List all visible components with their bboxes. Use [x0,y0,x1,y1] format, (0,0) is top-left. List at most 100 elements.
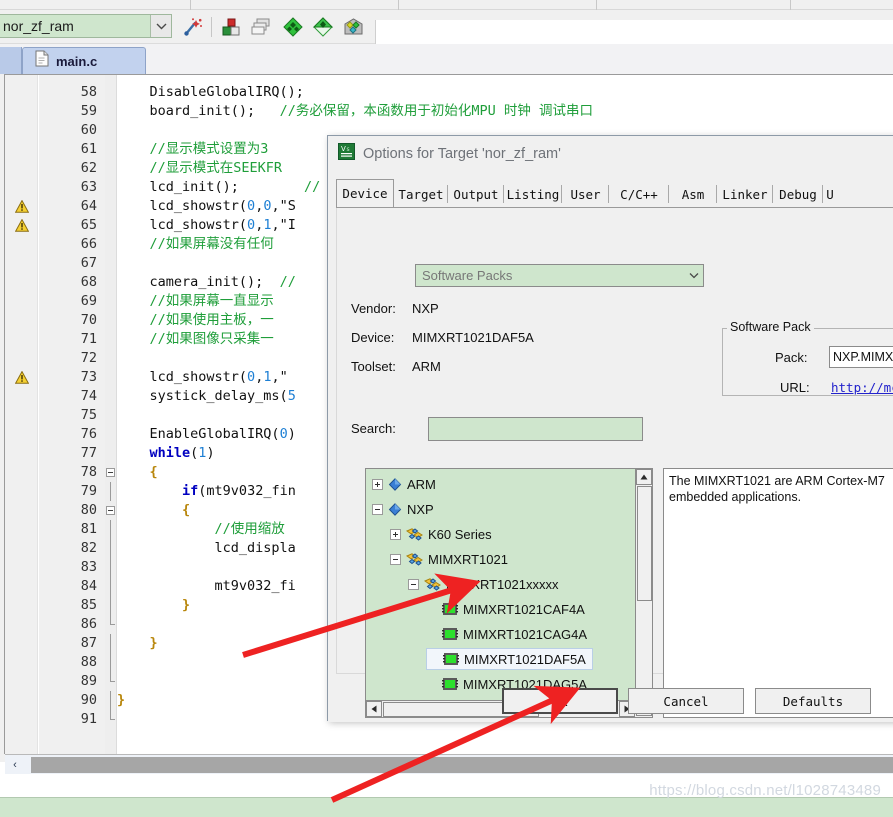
line-number: 81 [80,521,97,537]
device-tree-item[interactable]: NXP [372,498,434,520]
pack-input[interactable]: NXP.MIMXRT10 [829,346,893,368]
manage-runtime-icon[interactable] [312,16,334,38]
dialog-tab-label: Linker [722,186,768,202]
scroll-left-icon[interactable]: ‹ [5,755,25,774]
toolbar: nor_zf_ram [0,10,893,54]
collapse-icon[interactable] [408,578,419,590]
line-number: 76 [80,426,97,442]
device-tree-item-label: ARM [407,476,436,492]
dialog-titlebar[interactable]: V s Options for Target 'nor_zf_ram' [328,136,893,172]
tabbar-left-cap [0,47,22,74]
dialog-tab-u[interactable]: U [823,181,837,207]
line-number: 84 [80,578,97,594]
cancel-button[interactable]: Cancel [628,688,744,714]
dialog-tab-device[interactable]: Device [336,179,394,207]
dialog-tab-output[interactable]: Output [448,181,504,207]
pack-installer-icon[interactable] [342,16,364,38]
build-target-icon[interactable] [220,16,242,38]
document-tabbar: main.c [0,44,893,74]
code-line: lcd_init(); // [117,179,321,195]
chevron-down-icon[interactable] [150,15,171,37]
line-number: 63 [80,179,97,195]
options-target-icon[interactable] [282,16,304,38]
pack-label: Pack: [775,350,808,365]
hscroll-thumb[interactable] [31,757,893,773]
line-number: 72 [80,350,97,366]
line-number: 62 [80,160,97,176]
options-for-target-dialog: V s Options for Target 'nor_zf_ram' Devi… [327,135,893,722]
svg-text:s: s [347,146,350,153]
dialog-tab-target[interactable]: Target [394,181,448,207]
document-tab-main-c[interactable]: main.c [22,47,146,74]
pack-url-link[interactable]: http://mcuxpr [831,380,893,395]
batch-build-icon[interactable] [250,16,272,38]
dialog-tab-linker[interactable]: Linker [717,181,773,207]
line-number: 61 [80,141,97,157]
target-select-value: nor_zf_ram [3,18,74,34]
code-line: } [182,597,191,613]
collapse-icon[interactable] [390,553,401,565]
expand-icon[interactable] [372,478,383,490]
line-number: 82 [80,540,97,556]
editor-horizontal-scrollbar[interactable]: ‹ [5,754,893,774]
chevron-down-icon[interactable] [685,265,703,286]
search-label: Search: [351,421,396,436]
device-tree-item-label: MIMXRT1021CAF4A [463,601,585,617]
code-line: if(mt9v032_fin [182,483,296,499]
fold-toggle[interactable] [106,506,115,515]
device-tree-item[interactable]: MIMXRT1021CAF4A [426,598,585,620]
vendor-value: NXP [412,301,439,316]
collapse-icon[interactable] [372,503,383,515]
dialog-tab-label: U [826,186,834,202]
vendor-diamond-icon [388,477,402,491]
device-tree-item[interactable]: MIMXRT1021xxxxx [408,573,558,595]
dialog-tab-listing[interactable]: Listing [504,181,562,207]
magic-wand-icon[interactable] [182,16,204,38]
device-tree-item[interactable]: K60 Series [390,523,492,545]
software-packs-placeholder: Software Packs [422,268,513,283]
target-select[interactable]: nor_zf_ram [0,14,172,38]
device-tree-item[interactable]: MIMXRT1021CAG4A [426,623,587,645]
chip-icon [442,602,458,616]
line-number: 75 [80,407,97,423]
warning-icon[interactable] [14,370,30,385]
device-tree-item[interactable]: ARM [372,473,436,495]
vscroll-thumb[interactable] [637,486,652,601]
device-value: MIMXRT1021DAF5A [412,330,534,345]
defaults-button[interactable]: Defaults [755,688,871,714]
code-line: //如果图像只采集一 [149,331,274,347]
warning-icon[interactable] [14,218,30,233]
line-number: 87 [80,635,97,651]
dialog-tab-debug[interactable]: Debug [773,181,823,207]
line-number: 83 [80,559,97,575]
expand-icon[interactable] [390,528,401,540]
device-tree-item[interactable]: MIMXRT1021 [390,548,508,570]
code-line: } [117,692,126,708]
line-number: 80 [80,502,97,518]
device-tree-item[interactable]: MIMXRT1021DAF5A [426,648,593,670]
dialog-tab-label: Listing [506,186,560,202]
dialog-tab-label: User [570,186,601,202]
fold-guide [110,520,111,539]
vendor-label: Vendor: [351,301,396,316]
ok-button[interactable]: OK [502,688,618,714]
line-number: 85 [80,597,97,613]
fold-guide [110,558,111,577]
line-number: 88 [80,654,97,670]
fold-toggle[interactable] [106,468,115,477]
code-line: camera_init(); // [117,274,296,290]
fold-guide [110,596,111,615]
dialog-tab-user[interactable]: User [562,181,609,207]
dialog-tab-c-c-[interactable]: C/C++ [609,181,669,207]
fold-guide-foot [110,719,115,720]
warning-icon[interactable] [14,199,30,214]
scroll-up-icon[interactable] [636,469,652,485]
software-packs-select[interactable]: Software Packs [415,264,704,287]
code-line: while(1) [149,445,215,461]
dialog-tab-asm[interactable]: Asm [669,181,717,207]
fold-guide-foot [110,624,115,625]
search-input[interactable] [428,417,643,441]
fold-gutter[interactable] [105,75,117,754]
marker-gutter[interactable] [5,75,38,754]
code-line: mt9v032_fi [117,578,296,594]
